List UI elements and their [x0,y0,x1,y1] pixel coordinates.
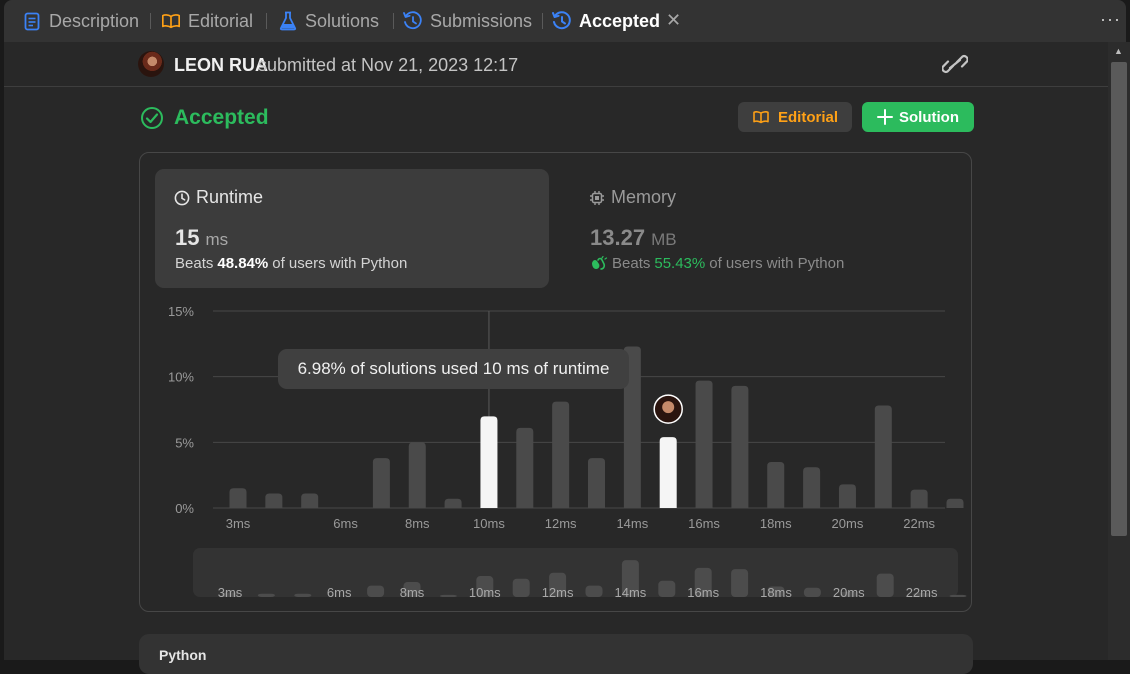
chart-bar[interactable] [731,385,749,508]
chart-bar[interactable] [910,489,928,508]
chart-bar[interactable] [480,416,498,508]
navigator-tick-label: 6ms [327,585,352,600]
x-tick-label: 14ms [616,516,648,531]
x-tick-label: 3ms [226,516,251,531]
x-tick-label: 8ms [405,516,430,531]
chart-bar[interactable] [444,498,462,508]
chart-bar[interactable] [946,498,964,508]
navigator-tick-label: 8ms [400,585,425,600]
navigator-bar [439,594,457,597]
navigator-tick-label: 3ms [218,585,243,600]
scrollbar[interactable]: ▲ [1108,42,1130,660]
chart-bar[interactable] [229,488,247,508]
navigator-tick-label: 10ms [469,585,501,600]
x-tick-label: 12ms [545,516,577,531]
navigator-bar [731,569,749,597]
chart-bar[interactable] [372,458,390,508]
navigator-bar [294,593,312,597]
navigator-tick-label: 16ms [687,585,719,600]
navigator-bar [585,585,603,597]
navigator-bar [512,578,530,597]
navigator-tick-label: 20ms [833,585,865,600]
y-tick-label: 5% [175,435,194,450]
x-tick-label: 18ms [760,516,792,531]
chart-bar[interactable] [695,380,713,508]
chart-bar[interactable] [659,437,677,508]
y-tick-label: 10% [168,370,194,385]
app-root: Description Editorial Solutions Submissi… [0,0,1130,674]
navigator-bar [803,587,821,597]
navigator-bar [367,585,385,597]
scroll-up-arrow[interactable]: ▲ [1114,46,1123,56]
navigator-bar [658,580,676,597]
x-tick-label: 10ms [473,516,505,531]
navigator-tick-label: 18ms [760,585,792,600]
x-tick-label: 22ms [903,516,935,531]
navigator-bar [876,573,894,597]
code-language-card: Python [139,634,973,674]
chart-bar[interactable] [301,493,319,508]
navigator-tick-label: 22ms [906,585,938,600]
y-tick-label: 0% [175,501,194,516]
chart-bar[interactable] [803,467,821,508]
y-tick-label: 15% [168,304,194,319]
runtime-distribution-chart: 0% 5% 10% 15% 3ms 6ms 8ms 10ms 12ms 14ms 16ms 18ms 2… [168,304,967,600]
chart-bar[interactable] [552,401,570,508]
language-label: Python [159,647,207,663]
navigator-bar [949,594,967,597]
chart-tooltip: 6.98% of solutions used 10 ms of runtime [278,349,629,389]
chart-bar[interactable] [588,458,605,508]
user-marker-face [662,401,675,414]
navigator-tick-label: 14ms [615,585,647,600]
chart-bar[interactable] [838,484,856,508]
x-tick-label: 6ms [333,516,358,531]
chart-bar[interactable] [516,427,534,508]
x-tick-label: 20ms [832,516,864,531]
navigator-bar [257,593,275,597]
x-tick-label: 16ms [688,516,720,531]
chart-bar[interactable] [767,462,785,508]
chart-bar[interactable] [874,405,892,508]
scrollbar-thumb[interactable] [1111,62,1127,536]
chart-bar[interactable] [408,442,426,508]
chart-bar[interactable] [265,493,283,508]
navigator-tick-label: 12ms [542,585,574,600]
